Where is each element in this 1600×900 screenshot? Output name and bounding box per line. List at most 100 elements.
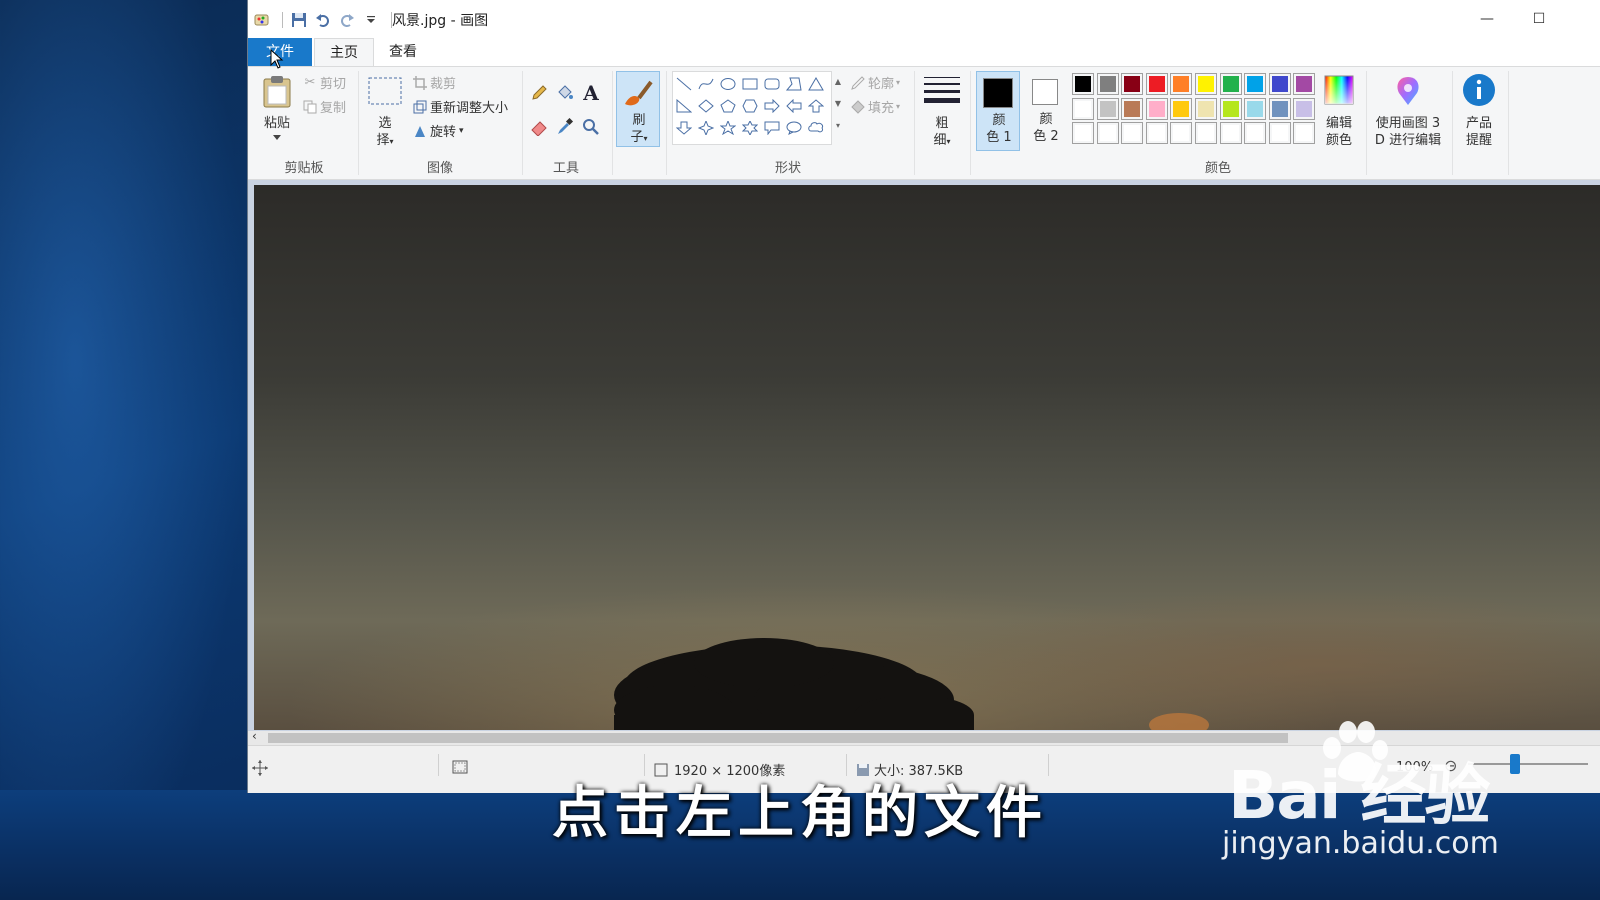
- palette-swatch[interactable]: [1293, 97, 1316, 120]
- palette-swatch[interactable]: [1145, 73, 1168, 95]
- color2-button[interactable]: 颜 色 2: [1024, 71, 1068, 151]
- color-picker-tool[interactable]: [554, 117, 576, 137]
- palette-swatch[interactable]: [1170, 73, 1193, 95]
- rounded-rectangle-shape[interactable]: [761, 74, 783, 94]
- resize-icon: [410, 100, 430, 114]
- group-label-clipboard: 剪贴板: [284, 161, 324, 176]
- scroll-thumb[interactable]: [268, 733, 1288, 743]
- oval-callout-shape[interactable]: [783, 118, 805, 138]
- magnifier-tool[interactable]: [580, 117, 602, 137]
- scroll-left-icon[interactable]: ‹: [252, 729, 257, 743]
- eraser-tool[interactable]: [528, 117, 550, 137]
- oval-shape[interactable]: [717, 74, 739, 94]
- landscape-image[interactable]: [254, 185, 1600, 730]
- five-point-star-shape[interactable]: [717, 118, 739, 138]
- rotate-icon: [410, 124, 430, 138]
- palette-swatch[interactable]: [1145, 97, 1168, 120]
- palette-swatch[interactable]: [1145, 122, 1168, 145]
- color-palette: [1068, 73, 1318, 147]
- tab-view[interactable]: 查看: [374, 38, 432, 66]
- paste-button[interactable]: 粘贴: [256, 71, 298, 147]
- undo-icon[interactable]: [313, 10, 333, 30]
- palette-swatch[interactable]: [1219, 97, 1242, 120]
- size-label-1: 粗: [935, 116, 949, 131]
- palette-swatch[interactable]: [1195, 73, 1217, 95]
- rectangle-shape[interactable]: [739, 74, 761, 94]
- brush-dropdown-icon: ▾: [643, 134, 648, 143]
- minimize-button[interactable]: —: [1464, 4, 1510, 34]
- customize-toolbar-icon[interactable]: [361, 10, 381, 30]
- pencil-tool[interactable]: [528, 83, 550, 103]
- palette-swatch[interactable]: [1096, 73, 1119, 95]
- select-button[interactable]: 选 择▾: [366, 71, 404, 153]
- palette-swatch[interactable]: [1096, 122, 1119, 145]
- rect-callout-shape[interactable]: [761, 118, 783, 138]
- left-arrow-shape[interactable]: [783, 96, 805, 116]
- palette-swatch[interactable]: [1244, 73, 1267, 95]
- palette-swatch[interactable]: [1170, 97, 1193, 120]
- save-icon[interactable]: [289, 10, 309, 30]
- paint-bucket-icon: [556, 84, 574, 102]
- magnifier-icon: [582, 118, 600, 136]
- palette-swatch[interactable]: [1293, 73, 1316, 95]
- palette-swatch-color: [1271, 100, 1288, 117]
- line-shape[interactable]: [673, 74, 695, 94]
- palette-swatch[interactable]: [1195, 97, 1217, 120]
- triangle-shape[interactable]: [805, 74, 827, 94]
- copy-button[interactable]: 复制: [300, 97, 346, 116]
- palette-swatch[interactable]: [1244, 122, 1267, 145]
- palette-swatch[interactable]: [1096, 97, 1119, 120]
- up-arrow-shape[interactable]: [805, 96, 827, 116]
- rect-callout-icon: [764, 121, 780, 135]
- polygon-shape[interactable]: [783, 74, 805, 94]
- outline-icon: [848, 75, 868, 91]
- palette-swatch[interactable]: [1170, 122, 1193, 145]
- shapes-scroll[interactable]: ▲ ▼ ▾: [832, 71, 844, 145]
- hexagon-shape[interactable]: [739, 96, 761, 116]
- canvas-area[interactable]: ‹: [248, 180, 1600, 745]
- rotate-button[interactable]: 旋转 ▾: [410, 121, 464, 140]
- palette-swatch[interactable]: [1219, 122, 1242, 145]
- right-arrow-shape[interactable]: [761, 96, 783, 116]
- diamond-shape[interactable]: [695, 96, 717, 116]
- cut-button[interactable]: ✂ 剪切: [300, 73, 346, 92]
- palette-swatch[interactable]: [1072, 122, 1094, 145]
- redo-icon[interactable]: [337, 10, 357, 30]
- palette-swatch[interactable]: [1268, 73, 1291, 95]
- palette-swatch[interactable]: [1195, 122, 1217, 145]
- pentagon-shape[interactable]: [717, 96, 739, 116]
- right-triangle-shape[interactable]: [673, 96, 695, 116]
- resize-button[interactable]: 重新调整大小: [410, 97, 508, 116]
- six-point-star-shape[interactable]: [739, 118, 761, 138]
- product-alert-button[interactable]: 产品 提醒: [1454, 71, 1504, 151]
- palette-swatch[interactable]: [1268, 122, 1291, 145]
- palette-swatch[interactable]: [1121, 73, 1144, 95]
- palette-swatch[interactable]: [1244, 97, 1267, 120]
- color1-button[interactable]: 颜 色 1: [976, 71, 1020, 151]
- shapes-more-icon: ▾: [835, 121, 840, 130]
- fill-button[interactable]: 填充 ▾: [848, 97, 900, 116]
- fill-tool[interactable]: [554, 83, 576, 103]
- palette-swatch[interactable]: [1219, 73, 1242, 95]
- paint3d-button[interactable]: 使用画图 3 D 进行编辑: [1368, 71, 1448, 151]
- outline-button[interactable]: 轮廓 ▾: [848, 73, 900, 92]
- palette-swatch[interactable]: [1072, 73, 1094, 95]
- video-subtitle: 点击左上角的文件: [552, 781, 1048, 846]
- palette-swatch[interactable]: [1268, 97, 1291, 120]
- cloud-callout-shape[interactable]: [805, 118, 827, 138]
- crop-button[interactable]: 裁剪: [410, 73, 456, 92]
- tab-home[interactable]: 主页: [314, 38, 374, 66]
- palette-swatch[interactable]: [1293, 122, 1316, 145]
- down-arrow-shape[interactable]: [673, 118, 695, 138]
- four-point-star-shape[interactable]: [695, 118, 717, 138]
- palette-swatch[interactable]: [1121, 122, 1144, 145]
- edit-colors-button[interactable]: 编辑 颜色: [1318, 71, 1360, 151]
- palette-swatch[interactable]: [1121, 97, 1144, 120]
- rounded-rectangle-icon: [764, 77, 780, 91]
- brushes-button[interactable]: 刷 子▾: [616, 71, 660, 147]
- text-tool[interactable]: A: [580, 81, 602, 105]
- curve-shape[interactable]: [695, 74, 717, 94]
- size-button[interactable]: 粗 细▾: [920, 71, 964, 151]
- maximize-button[interactable]: ☐: [1516, 4, 1562, 34]
- palette-swatch[interactable]: [1072, 97, 1094, 120]
